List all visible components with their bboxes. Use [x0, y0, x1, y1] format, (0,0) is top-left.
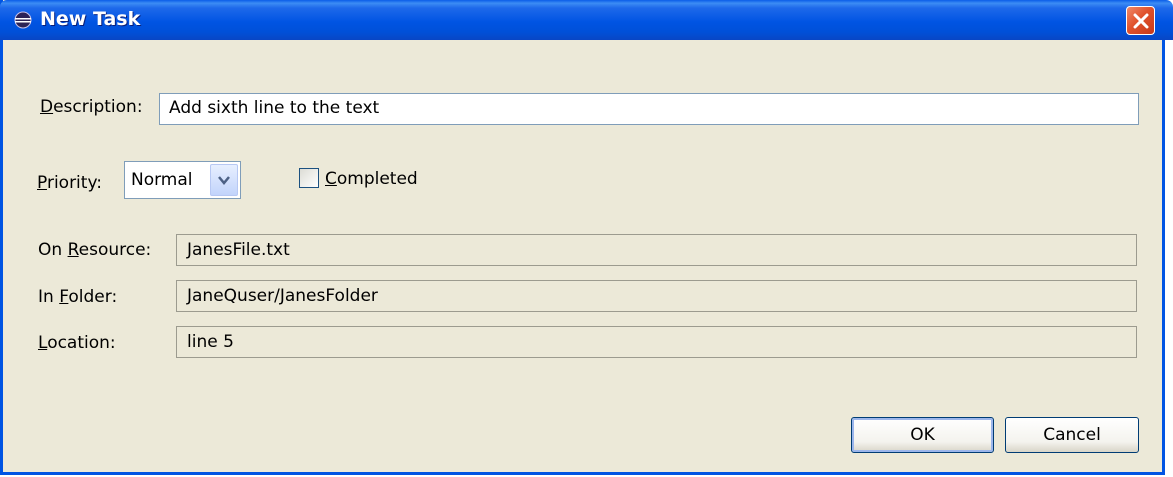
title-bar[interactable]: New Task	[0, 0, 1173, 40]
ok-button[interactable]: OK	[851, 417, 994, 453]
in-folder-label-mnemonic: F	[59, 287, 69, 307]
completed-label-mnemonic: C	[325, 169, 337, 189]
on-resource-label-mnemonic: R	[67, 240, 79, 260]
location-label-mnemonic: L	[38, 333, 48, 353]
in-folder-field: JaneQuser/JanesFolder	[176, 280, 1137, 312]
location-label-text: ocation:	[47, 333, 116, 353]
in-folder-label: In Folder:	[38, 287, 117, 307]
dropdown-button[interactable]	[210, 164, 238, 196]
description-input[interactable]: Add sixth line to the text	[159, 93, 1139, 125]
on-resource-label: On Resource:	[38, 240, 151, 260]
close-icon	[1133, 13, 1149, 29]
cancel-button[interactable]: Cancel	[1005, 417, 1139, 453]
description-label: Description:	[40, 97, 143, 117]
priority-label-text: riority:	[46, 173, 102, 193]
priority-select[interactable]: Normal	[124, 161, 241, 199]
on-resource-field: JanesFile.txt	[176, 234, 1137, 266]
priority-label: Priority:	[37, 173, 102, 193]
in-folder-label-text: older:	[68, 287, 118, 307]
close-button[interactable]	[1126, 6, 1155, 35]
description-label-mnemonic: D	[40, 97, 54, 117]
on-resource-label-text: esource:	[78, 240, 152, 260]
chevron-down-icon	[218, 176, 230, 185]
completed-checkbox[interactable]	[299, 168, 319, 188]
dialog-title: New Task	[40, 8, 141, 30]
on-resource-label-pre: On	[38, 240, 68, 260]
completed-label-text: ompleted	[336, 169, 418, 189]
priority-label-mnemonic: P	[37, 173, 47, 193]
location-label: Location:	[38, 333, 116, 353]
location-field: line 5	[176, 326, 1137, 358]
description-label-text: escription:	[53, 97, 143, 117]
completed-label[interactable]: Completed	[325, 169, 418, 189]
priority-value: Normal	[131, 170, 193, 190]
in-folder-label-pre: In	[38, 287, 60, 307]
eclipse-icon	[14, 11, 32, 29]
